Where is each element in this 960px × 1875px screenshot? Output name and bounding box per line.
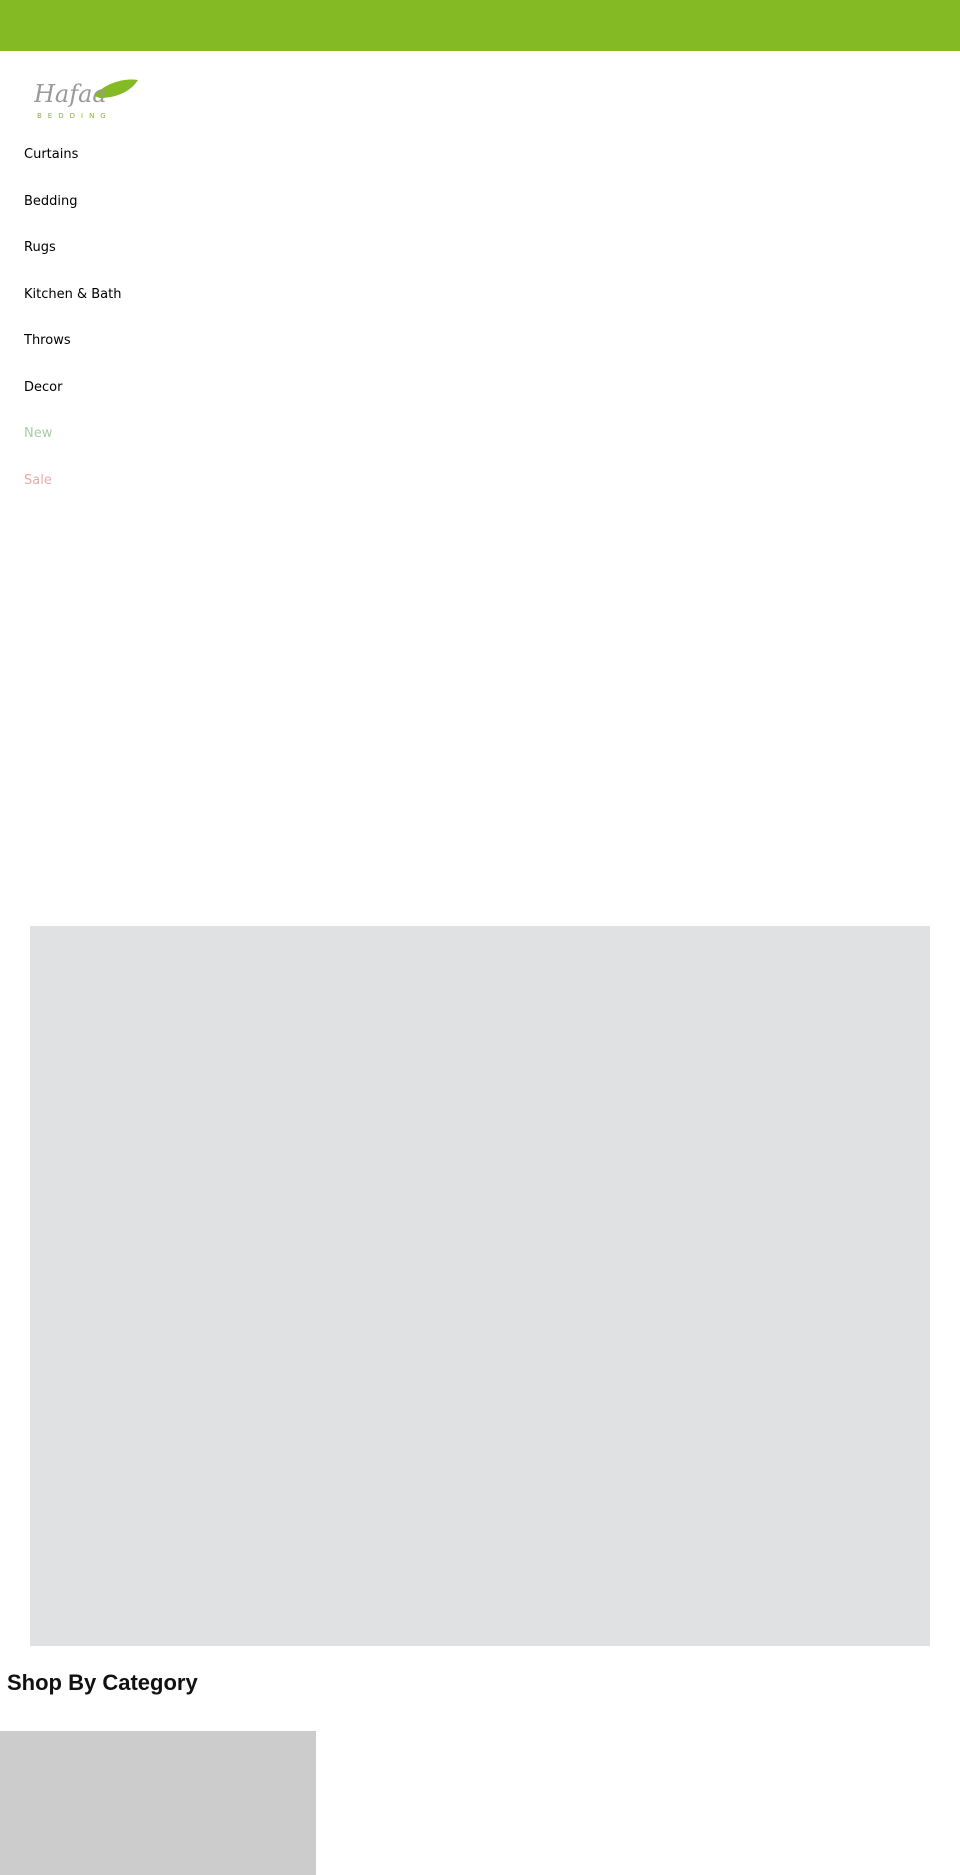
nav-item-decor[interactable]: Decor (24, 373, 121, 420)
svg-text:BEDDING: BEDDING (37, 112, 112, 120)
hafaa-logo-icon: Hafaa BEDDING (33, 79, 138, 120)
nav-item-curtains[interactable]: Curtains (24, 140, 121, 187)
top-announcement-bar (0, 0, 960, 51)
svg-text:Hafaa: Hafaa (34, 80, 107, 108)
category-tile[interactable] (0, 1731, 316, 1875)
site-logo[interactable]: Hafaa BEDDING (33, 74, 138, 120)
nav-item-sale[interactable]: Sale (24, 466, 121, 513)
nav-item-throws[interactable]: Throws (24, 326, 121, 373)
section-title-shop-by-category: Shop By Category (7, 1670, 198, 1695)
main-navigation: Curtains Bedding Rugs Kitchen & Bath Thr… (24, 140, 121, 512)
nav-item-rugs[interactable]: Rugs (24, 233, 121, 280)
nav-item-kitchen-bath[interactable]: Kitchen & Bath (24, 280, 121, 327)
hero-banner-placeholder[interactable] (30, 926, 930, 1646)
nav-item-new[interactable]: New (24, 419, 121, 466)
nav-item-bedding[interactable]: Bedding (24, 187, 121, 234)
